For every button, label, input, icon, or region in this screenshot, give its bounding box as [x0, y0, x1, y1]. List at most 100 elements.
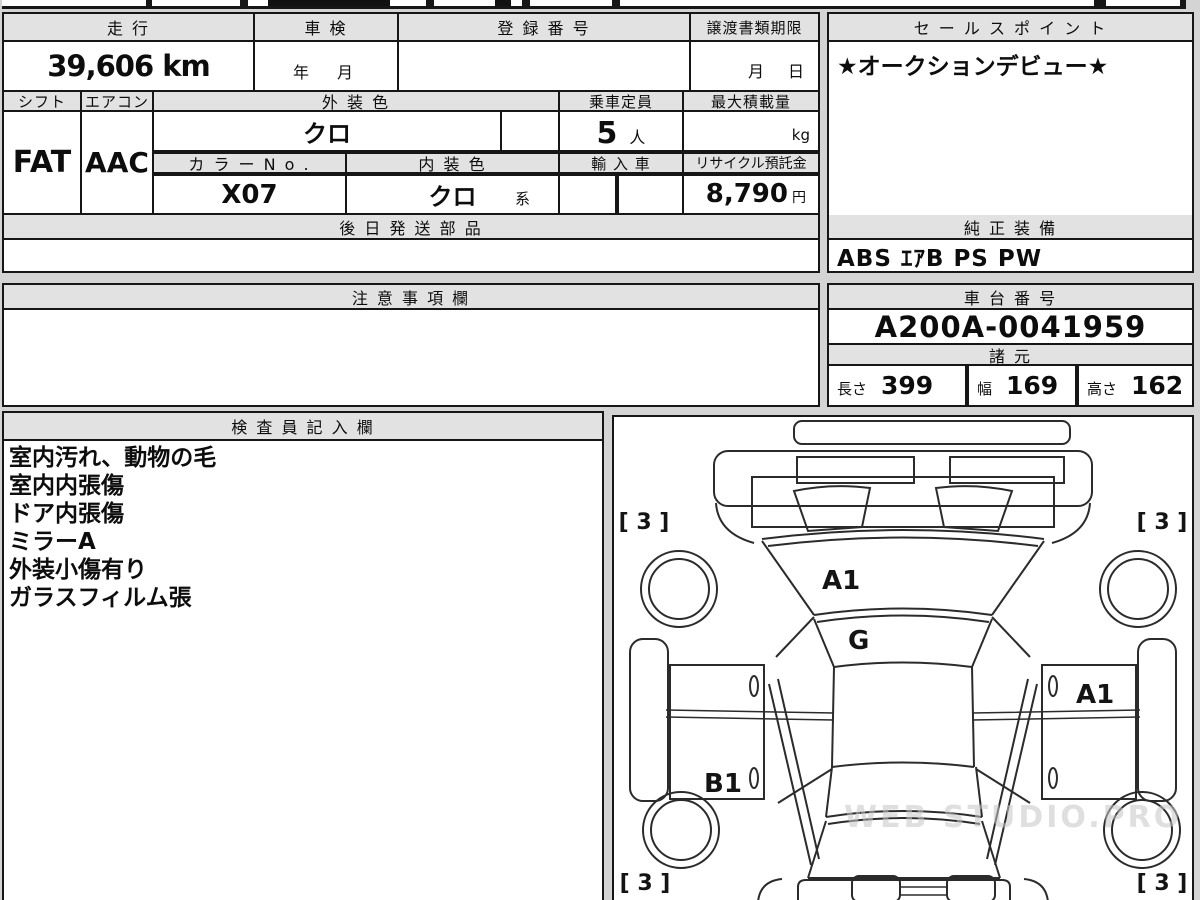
quarter-line-left-outer: [768, 683, 812, 866]
shift-value: FAT: [4, 112, 80, 213]
door-handle-left-front: [749, 675, 759, 697]
top-cutoff-cell: [2, 0, 146, 6]
wheel-rear-left-inner: [650, 799, 712, 861]
chassis-header: 車 台 番 号: [829, 285, 1192, 308]
wheel-front-left: [640, 550, 718, 628]
rear-bumper: [797, 879, 1011, 900]
wheel-rear-left: [642, 791, 720, 869]
specs-header: 諸 元: [829, 345, 1192, 364]
caution-panel: 注 意 事 項 欄: [2, 283, 820, 407]
headlight-right: [949, 456, 1065, 484]
color-no-header: カ ラ ー N o .: [154, 154, 345, 172]
spec-length-value: 399: [881, 371, 934, 400]
mileage-value: 39,606 km: [4, 42, 253, 90]
inspector-header: 検 査 員 記 入 欄: [4, 413, 602, 439]
inspector-note-line: ドア内張傷: [9, 501, 124, 527]
top-cutoff-text-fragment: [495, 0, 511, 6]
aircon-header: エアコン: [82, 92, 152, 110]
spec-height: 高さ 162: [1079, 366, 1192, 405]
later-parts-value: [4, 240, 818, 271]
wheel-front-right: [1099, 550, 1177, 628]
auction-sheet: 走 行 車 検 登 録 番 号 譲渡書類期限 39,606 km 年 月 月 日…: [0, 0, 1200, 900]
sales-point-header: セ ー ル ス ポ イ ン ト: [829, 14, 1192, 40]
door-handle-right-rear: [1048, 767, 1058, 789]
spec-height-label: 高さ: [1087, 380, 1118, 398]
registration-value: [399, 42, 689, 90]
color-no-value: X07: [154, 176, 345, 213]
later-parts-header: 後 日 発 送 部 品: [4, 215, 818, 238]
tire-label-front-left: [ 3 ]: [619, 510, 670, 535]
spec-length: 長さ 399: [829, 366, 965, 405]
wiper-glass-left: [792, 485, 872, 533]
diagram-panel: WEB STUDIO.PRO [ 3 ] [ 3 ] [ 3 ] [ 3 ] A…: [612, 415, 1194, 900]
inspector-note-line: 室内内張傷: [9, 473, 124, 499]
front-bumper: [713, 450, 1093, 507]
fender-left: [715, 502, 755, 544]
belt-line-left: [665, 709, 835, 721]
roof-side-left: [831, 666, 835, 768]
front-bumper-strip: [793, 420, 1071, 445]
a-pillar-right: [991, 616, 1031, 658]
import-value-cell-2: [619, 176, 682, 213]
car-top-view-diagram: WEB STUDIO.PRO [ 3 ] [ 3 ] [ 3 ] [ 3 ] A…: [619, 420, 1188, 900]
tire-label-rear-left: [ 3 ]: [620, 871, 671, 896]
belt-line-right: [971, 709, 1141, 721]
diagram-cell: WEB STUDIO.PRO [ 3 ] [ 3 ] [ 3 ] [ 3 ] A…: [614, 417, 1192, 900]
max-load-header: 最大積載量: [684, 92, 818, 110]
aircon-value: AAC: [82, 112, 152, 213]
interior-color-value: クロ 系: [347, 176, 558, 213]
windshield-side-right: [971, 618, 993, 668]
capacity-unit: 人: [629, 128, 646, 147]
spec-height-value: 162: [1131, 371, 1184, 400]
interior-color-header: 内 装 色: [347, 154, 558, 172]
capacity-value: 5 人: [560, 112, 682, 150]
equipment-value: ABS ｴｱB PS PW: [829, 240, 1192, 271]
transfer-docs-header: 譲渡書類期限: [691, 14, 818, 40]
top-cutoff-text-fragment: [268, 0, 390, 6]
quarter-line-right-outer: [994, 683, 1038, 866]
windshield-side-left: [813, 618, 835, 668]
windshield-base: [813, 607, 993, 616]
exterior-color-extra-cell: [502, 112, 558, 150]
roof-front-edge: [833, 661, 973, 668]
import-header: 輸 入 車: [560, 154, 682, 172]
inspection-value: 年 月: [255, 42, 397, 90]
recycle-header: リサイクル預託金: [684, 154, 818, 172]
roof-side-right: [971, 666, 975, 768]
side-rail-right: [1137, 638, 1177, 802]
inspector-note-line: 外装小傷有り: [9, 557, 147, 583]
hood-side-right: [991, 540, 1045, 616]
interior-color-suffix: 系: [514, 190, 530, 208]
wheel-front-right-inner: [1107, 558, 1169, 620]
top-cutoff-cell: [620, 0, 1094, 6]
inspection-header: 車 検: [255, 14, 397, 40]
damage-mark-hood: A1: [822, 566, 860, 596]
top-cutoff-cell: [152, 0, 240, 6]
equipment-header: 純 正 装 備: [829, 215, 1192, 238]
sales-point-panel: セ ー ル ス ポ イ ン ト ★オークションデビュー★ 純 正 装 備 ABS…: [827, 12, 1194, 273]
inspector-panel: 検 査 員 記 入 欄 室内汚れ、動物の毛 室内内張傷 ドア内張傷 ミラーA 外…: [2, 411, 604, 900]
windshield-base-inner: [816, 614, 990, 623]
roof-rear-edge: [831, 761, 975, 768]
spec-width: 幅 169: [969, 366, 1075, 405]
spec-width-label: 幅: [977, 380, 993, 398]
headlight-left: [796, 456, 915, 484]
top-cutoff-row: [2, 0, 1186, 9]
chassis-panel: 車 台 番 号 A200A-0041959 諸 元 長さ 399 幅 169 高…: [827, 283, 1194, 407]
wheel-front-left-inner: [648, 558, 710, 620]
hood-front-edge-inner: [767, 536, 1039, 547]
exterior-color-header: 外 装 色: [154, 92, 558, 110]
capacity-number: 5: [596, 116, 618, 150]
rear-bumper-center-bars: [900, 886, 947, 896]
caution-value: [4, 310, 818, 405]
registration-header: 登 録 番 号: [399, 14, 689, 40]
inspector-note-line: 室内汚れ、動物の毛: [9, 445, 217, 471]
max-load-unit: kg: [791, 126, 810, 144]
tire-label-rear-right: [ 3 ]: [1137, 871, 1188, 896]
damage-mark-left-rear-door: B1: [704, 769, 742, 799]
top-cutoff-cell: [530, 0, 612, 6]
sales-point-value: ★オークションデビュー★: [829, 42, 1192, 218]
exterior-color-value: クロ: [154, 112, 500, 150]
tire-label-front-right: [ 3 ]: [1137, 510, 1188, 535]
spec-length-label: 長さ: [837, 380, 868, 398]
